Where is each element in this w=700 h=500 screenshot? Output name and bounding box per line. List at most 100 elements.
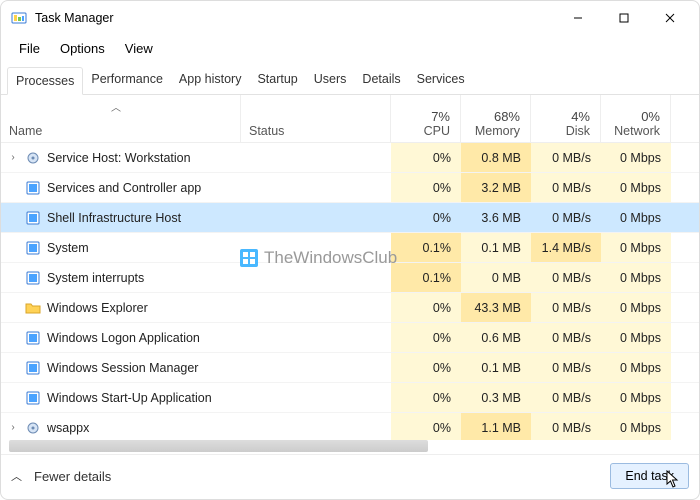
process-icon [25, 420, 41, 436]
tab-startup[interactable]: Startup [249, 66, 305, 94]
process-cpu: 0% [391, 203, 461, 232]
process-row[interactable]: System0.1%0.1 MB1.4 MB/s0 Mbps [1, 233, 699, 263]
fewer-details-toggle[interactable]: Fewer details [34, 469, 111, 484]
column-status-label: Status [249, 124, 284, 138]
process-disk: 0 MB/s [531, 323, 601, 352]
process-memory: 0.1 MB [461, 353, 531, 382]
process-row[interactable]: Windows Logon Application 0%0.6 MB0 MB/s0… [1, 323, 699, 353]
column-name-label: Name [9, 124, 232, 138]
expand-chevron-icon[interactable]: › [7, 422, 19, 433]
process-network: 0 Mbps [601, 143, 671, 172]
process-icon [25, 300, 41, 316]
process-name: Windows Explorer [47, 301, 148, 315]
process-row[interactable]: Shell Infrastructure Host0%3.6 MB0 MB/s0… [1, 203, 699, 233]
process-disk: 0 MB/s [531, 173, 601, 202]
column-cpu[interactable]: 7% CPU [391, 95, 461, 142]
column-cpu-label: CPU [424, 124, 450, 138]
maximize-button[interactable] [601, 3, 647, 33]
process-disk: 0 MB/s [531, 293, 601, 322]
menu-view[interactable]: View [115, 37, 163, 60]
process-row[interactable]: › wsappx 0%1.1 MB0 MB/s0 Mbps [1, 413, 699, 440]
process-network: 0 Mbps [601, 263, 671, 292]
footer: ︿ Fewer details End task [1, 454, 699, 499]
process-list[interactable]: ›Service Host: Workstation0%0.8 MB0 MB/s… [1, 143, 699, 440]
process-cpu: 0% [391, 383, 461, 412]
column-disk-label: Disk [566, 124, 590, 138]
tab-performance[interactable]: Performance [83, 66, 171, 94]
process-name: System interrupts [47, 271, 144, 285]
column-network-label: Network [614, 124, 660, 138]
window-title: Task Manager [35, 11, 114, 25]
titlebar: Task Manager [1, 1, 699, 35]
column-status[interactable]: Status [241, 95, 391, 142]
process-cpu: 0% [391, 413, 461, 440]
process-name: System [47, 241, 89, 255]
process-icon [25, 270, 41, 286]
process-name: wsappx [47, 421, 89, 435]
expand-chevron-icon[interactable]: › [7, 152, 19, 163]
process-memory: 0.3 MB [461, 383, 531, 412]
column-name[interactable]: ︿ Name [1, 95, 241, 142]
process-row[interactable]: Services and Controller app0%3.2 MB0 MB/… [1, 173, 699, 203]
process-icon [25, 210, 41, 226]
process-row[interactable]: System interrupts0.1%0 MB0 MB/s0 Mbps [1, 263, 699, 293]
tab-app-history[interactable]: App history [171, 66, 250, 94]
column-network[interactable]: 0% Network [601, 95, 671, 142]
process-icon [25, 390, 41, 406]
menu-options[interactable]: Options [50, 37, 115, 60]
menu-file[interactable]: File [9, 37, 50, 60]
column-headers: ︿ Name Status 7% CPU 68% Memory 4% Disk … [1, 95, 699, 143]
process-icon [25, 180, 41, 196]
process-network: 0 Mbps [601, 413, 671, 440]
process-icon [25, 330, 41, 346]
process-memory: 1.1 MB [461, 413, 531, 440]
tab-users[interactable]: Users [306, 66, 355, 94]
tab-services[interactable]: Services [409, 66, 473, 94]
column-memory[interactable]: 68% Memory [461, 95, 531, 142]
process-memory: 3.2 MB [461, 173, 531, 202]
process-network: 0 Mbps [601, 353, 671, 382]
process-name: Shell Infrastructure Host [47, 211, 181, 225]
sort-indicator-icon: ︿ [111, 99, 121, 114]
process-cpu: 0% [391, 173, 461, 202]
minimize-button[interactable] [555, 3, 601, 33]
process-cpu: 0.1% [391, 263, 461, 292]
process-memory: 0.6 MB [461, 323, 531, 352]
tab-details[interactable]: Details [354, 66, 408, 94]
cpu-usage-pct: 7% [431, 109, 450, 124]
process-disk: 1.4 MB/s [531, 233, 601, 262]
process-network: 0 Mbps [601, 383, 671, 412]
column-disk[interactable]: 4% Disk [531, 95, 601, 142]
process-memory: 0.8 MB [461, 143, 531, 172]
process-cpu: 0% [391, 353, 461, 382]
memory-usage-pct: 68% [494, 109, 520, 124]
process-memory: 0.1 MB [461, 233, 531, 262]
process-memory: 43.3 MB [461, 293, 531, 322]
process-row[interactable]: ›Service Host: Workstation0%0.8 MB0 MB/s… [1, 143, 699, 173]
process-row[interactable]: Windows Explorer0%43.3 MB0 MB/s0 Mbps [1, 293, 699, 323]
process-disk: 0 MB/s [531, 383, 601, 412]
network-usage-pct: 0% [641, 109, 660, 124]
close-button[interactable] [647, 3, 693, 33]
process-network: 0 Mbps [601, 173, 671, 202]
app-icon [11, 10, 27, 26]
process-cpu: 0% [391, 323, 461, 352]
process-disk: 0 MB/s [531, 203, 601, 232]
process-network: 0 Mbps [601, 323, 671, 352]
tab-processes[interactable]: Processes [7, 67, 83, 95]
process-row[interactable]: Windows Start-Up Application0%0.3 MB0 MB… [1, 383, 699, 413]
column-memory-label: Memory [475, 124, 520, 138]
chevron-up-icon: ︿ [11, 468, 22, 484]
process-row[interactable]: Windows Session Manager 0%0.1 MB0 MB/s0 M… [1, 353, 699, 383]
process-name: Windows Session Manager [47, 361, 198, 375]
process-disk: 0 MB/s [531, 353, 601, 382]
process-cpu: 0.1% [391, 233, 461, 262]
disk-usage-pct: 4% [571, 109, 590, 124]
end-task-button[interactable]: End task [610, 463, 689, 489]
process-name: Windows Logon Application [47, 331, 200, 345]
horizontal-scrollbar[interactable] [9, 440, 428, 452]
process-disk: 0 MB/s [531, 413, 601, 440]
process-memory: 3.6 MB [461, 203, 531, 232]
process-icon [25, 240, 41, 256]
process-cpu: 0% [391, 293, 461, 322]
